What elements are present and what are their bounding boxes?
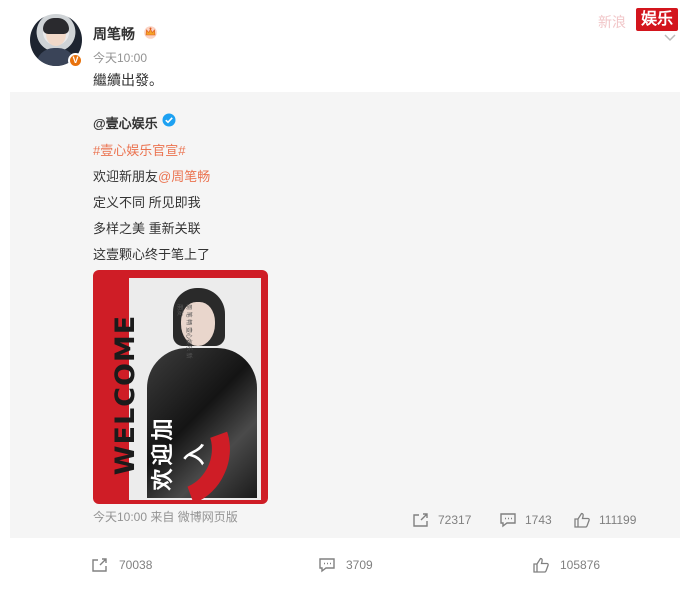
mention-link[interactable]: @周笔畅 bbox=[158, 169, 210, 184]
repost-icon bbox=[413, 513, 428, 527]
vip-badge-icon: V bbox=[68, 53, 83, 68]
poster-welcome-text: WELCOME bbox=[110, 314, 141, 476]
welcome-poster-image[interactable]: WELCOME 欢迎加入 周 笔 畅 壹心娱乐 新朋友 bbox=[93, 270, 268, 504]
repost-button[interactable]: 70038 bbox=[91, 557, 152, 573]
verified-blue-icon bbox=[162, 113, 176, 127]
comment-button[interactable]: 3709 bbox=[318, 557, 373, 573]
poster-join-text: 欢迎加入 bbox=[150, 415, 207, 491]
topic-hashtag[interactable]: #壹心娱乐官宣# bbox=[93, 140, 185, 159]
repost-count: 70038 bbox=[119, 558, 153, 572]
welcome-text: 欢迎新朋友 bbox=[93, 169, 159, 184]
avatar-hair bbox=[43, 18, 69, 34]
thumbs-up-icon bbox=[574, 512, 590, 528]
post-time[interactable]: 今天10:00 bbox=[93, 49, 147, 66]
retweet-line: 定义不同 所见即我 bbox=[93, 195, 201, 210]
like-count: 105876 bbox=[560, 558, 601, 572]
retweet-line: 多样之美 重新关联 bbox=[93, 221, 201, 236]
entertainment-watermark: 娱乐 bbox=[635, 8, 678, 31]
retweet-meta[interactable]: 今天10:00 来自 微博网页版 bbox=[93, 508, 238, 525]
retweet-author[interactable]: @壹心娱乐 bbox=[93, 113, 158, 132]
repost-icon bbox=[92, 558, 107, 572]
watermark-faint: 新浪 bbox=[598, 14, 626, 30]
post-text: 繼續出發。 bbox=[93, 72, 163, 88]
retweet-line: 这壹颗心终于笔上了 bbox=[93, 247, 211, 262]
weibo-post: V 周笔畅 今天10:00 繼續出發。 新浪 娱乐 @壹心娱乐 #壹心娱乐官宣#… bbox=[0, 0, 690, 589]
poster-small-text: 周 笔 畅 壹心娱乐 新朋友 bbox=[176, 304, 191, 359]
comment-icon bbox=[500, 513, 516, 528]
like-button[interactable]: 105876 bbox=[532, 557, 600, 573]
crown-icon bbox=[144, 26, 157, 39]
author-name[interactable]: 周笔畅 bbox=[93, 24, 135, 44]
retweet-repost-button[interactable]: 72317 bbox=[412, 512, 471, 528]
retweet-comment-count: 1743 bbox=[525, 513, 552, 527]
comment-count: 3709 bbox=[346, 558, 373, 572]
retweet-like-button[interactable]: 111199 bbox=[573, 512, 636, 528]
comment-icon bbox=[319, 558, 335, 573]
retweet-line: 欢迎新朋友@周笔畅 bbox=[93, 166, 210, 185]
retweet-repost-count: 72317 bbox=[438, 513, 472, 527]
retweet-comment-button[interactable]: 1743 bbox=[499, 512, 552, 528]
chevron-down-icon[interactable] bbox=[664, 34, 676, 42]
thumbs-up-icon bbox=[533, 557, 549, 573]
retweet-like-count: 111199 bbox=[599, 513, 637, 527]
